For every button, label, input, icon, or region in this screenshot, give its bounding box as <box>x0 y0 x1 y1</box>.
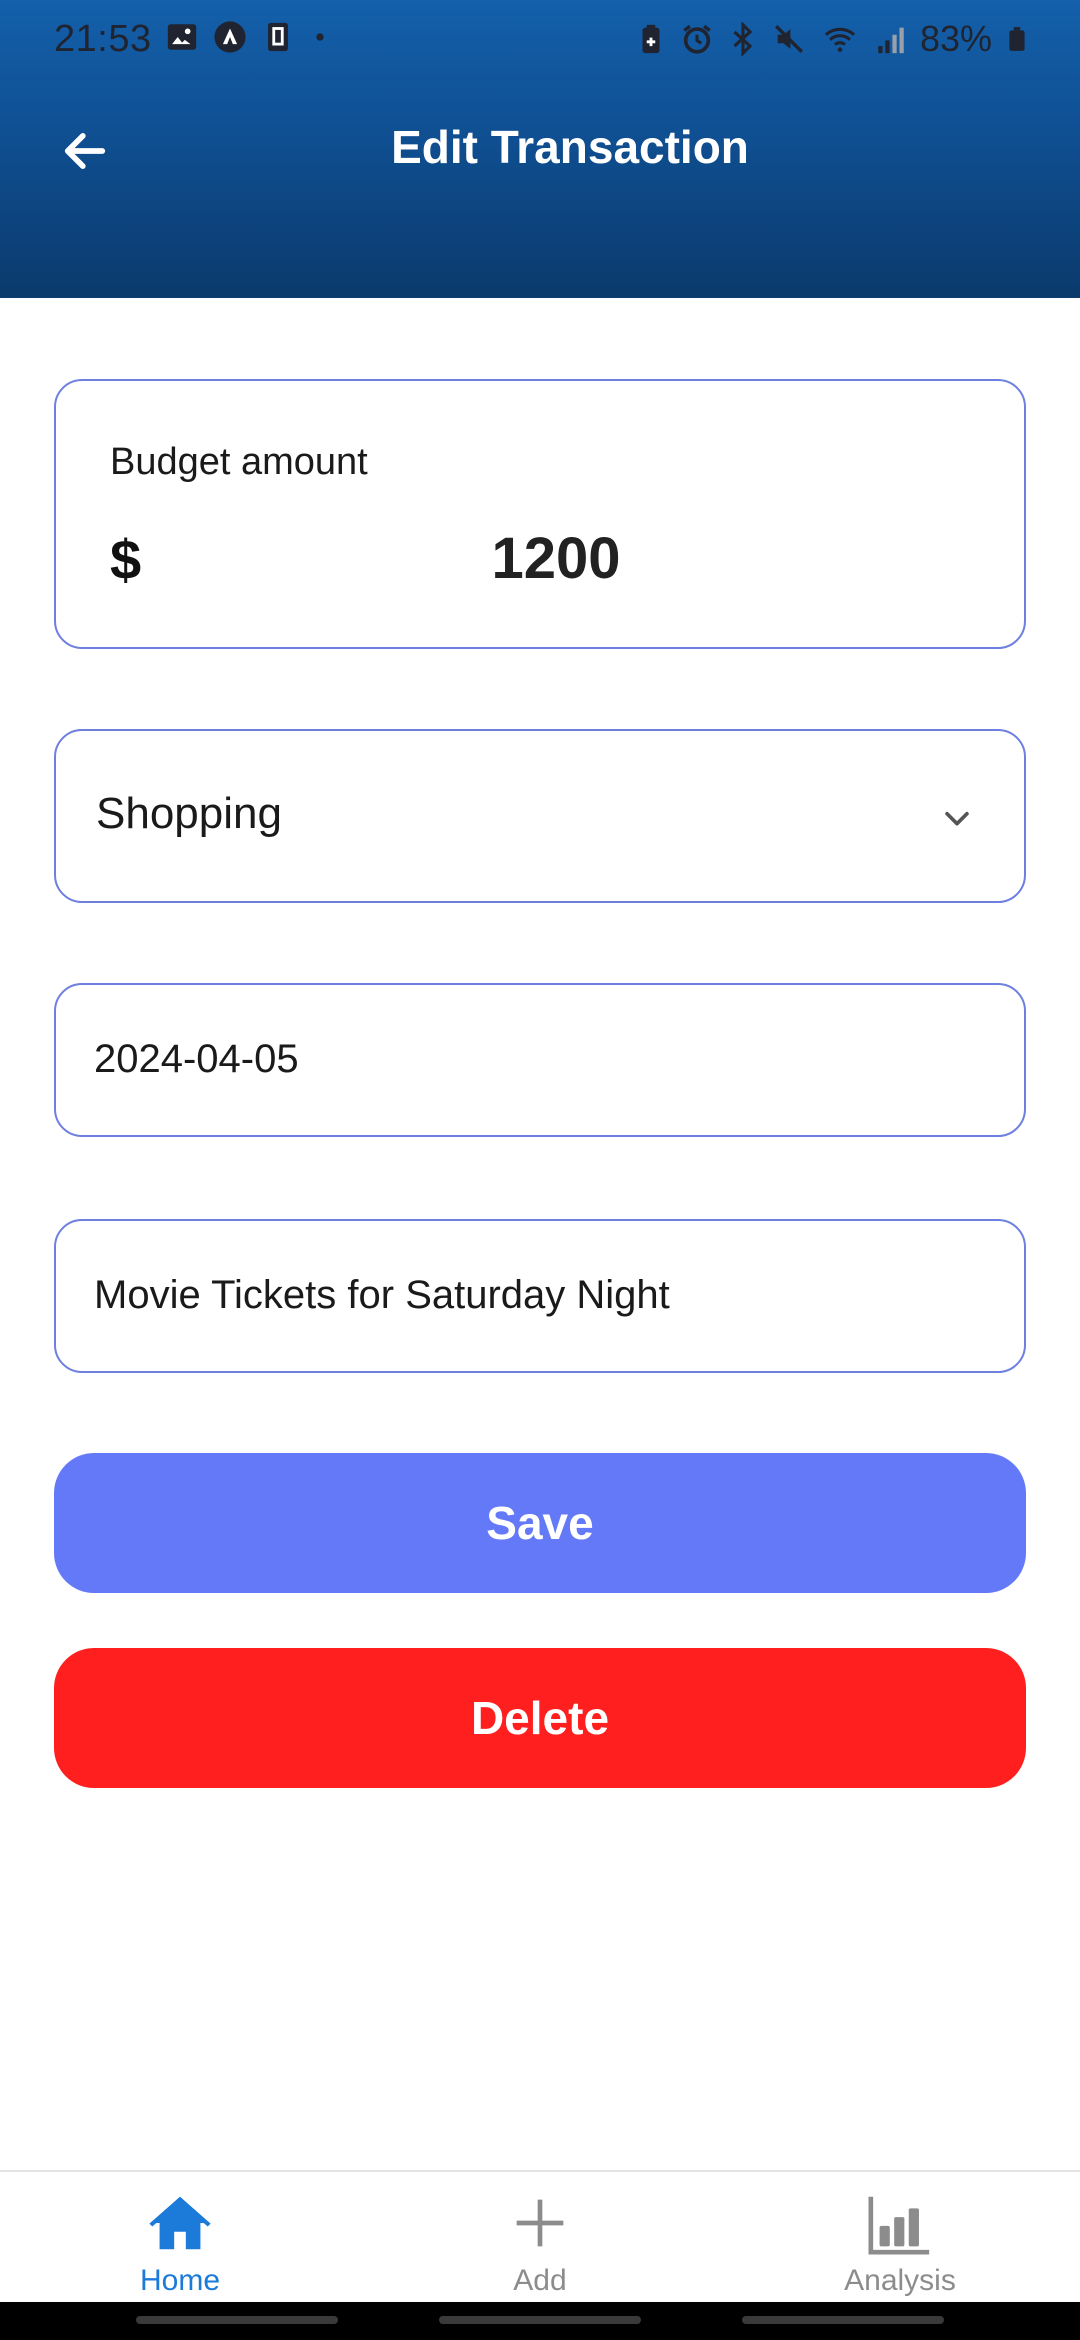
status-bar: 21:53 83% <box>0 0 1080 80</box>
date-value: 2024-04-05 <box>94 1037 299 1081</box>
mute-icon <box>774 25 803 53</box>
app-icon <box>214 21 246 53</box>
dot-icon <box>316 33 324 41</box>
page-title: Edit Transaction <box>391 121 749 173</box>
delete-button[interactable]: Delete <box>54 1648 1026 1788</box>
plus-icon <box>516 2199 564 2247</box>
home-icon <box>149 2196 211 2250</box>
budget-amount-label: Budget amount <box>110 441 368 483</box>
date-field[interactable]: 2024-04-05 <box>54 983 1026 1137</box>
status-right: 83% <box>634 18 1030 60</box>
nav-item-add[interactable]: Add <box>440 2172 640 2304</box>
note-field[interactable]: Movie Tickets for Saturday Night <box>54 1219 1026 1373</box>
bar-chart-icon <box>868 2196 930 2255</box>
category-selected-value: Shopping <box>96 789 282 838</box>
system-handle-right[interactable] <box>742 2316 944 2324</box>
status-time: 21:53 <box>54 18 152 60</box>
category-select[interactable]: Shopping <box>54 729 1026 903</box>
budget-amount-field[interactable]: Budget amount $ 1200 <box>54 379 1026 649</box>
amount-input[interactable]: 1200 <box>356 525 756 592</box>
system-navigation-bar <box>0 2302 1080 2340</box>
device-icon <box>268 22 288 52</box>
system-handle-left[interactable] <box>136 2316 338 2324</box>
note-value: Movie Tickets for Saturday Night <box>94 1273 670 1317</box>
bluetooth-icon <box>733 22 753 56</box>
nav-label-analysis: Analysis <box>844 2264 956 2297</box>
nav-label-add: Add <box>513 2264 567 2297</box>
currency-symbol: $ <box>110 528 142 591</box>
alarm-icon <box>683 24 711 54</box>
nav-item-analysis[interactable]: Analysis <box>800 2172 1000 2304</box>
battery-percentage: 83% <box>919 18 992 59</box>
nav-label-home: Home <box>139 2264 221 2297</box>
app-header: 21:53 83% Edit Transaction <box>0 0 1080 298</box>
gallery-icon <box>167 24 197 50</box>
chevron-down-icon <box>945 811 969 826</box>
bottom-navigation: Home Add Analysis <box>0 2170 1080 2304</box>
signal-icon <box>878 27 904 54</box>
nav-item-home[interactable]: Home <box>80 2172 280 2304</box>
battery-icon <box>1009 27 1025 51</box>
save-button[interactable]: Save <box>54 1453 1026 1593</box>
status-left-icons <box>165 20 331 54</box>
battery-saver-icon <box>642 24 660 54</box>
system-handle-center[interactable] <box>439 2316 641 2324</box>
wifi-icon <box>824 27 856 52</box>
